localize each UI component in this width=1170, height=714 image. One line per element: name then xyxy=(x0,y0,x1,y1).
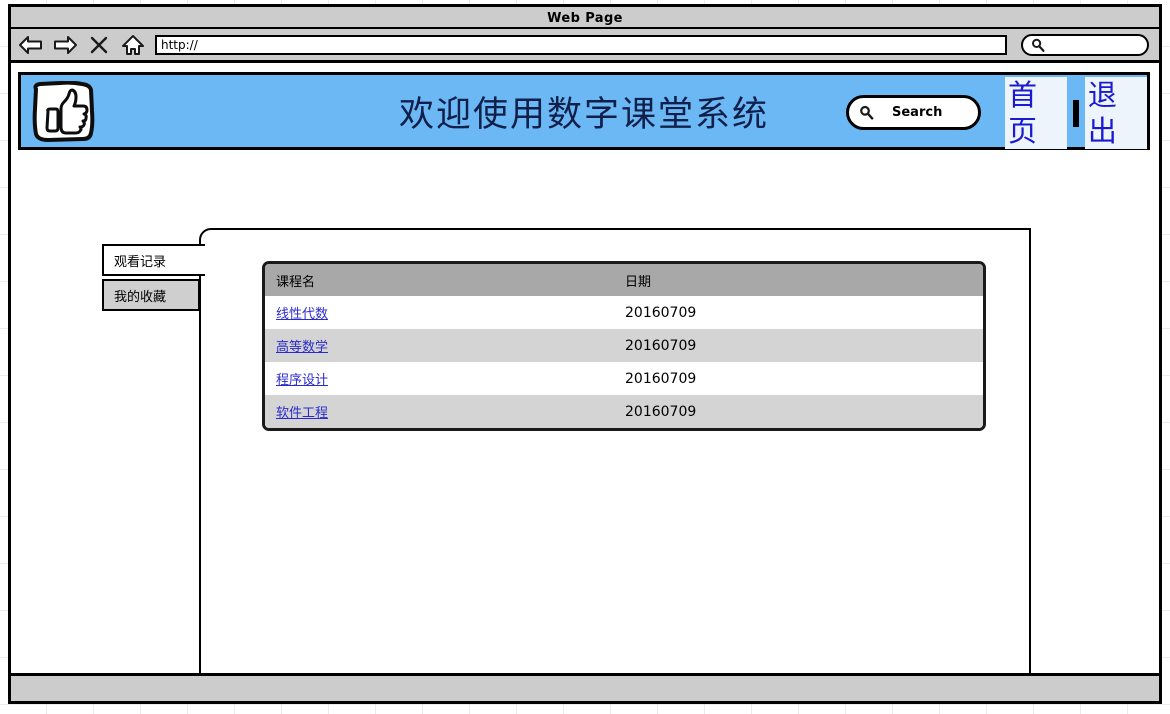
header-search-placeholder: Search xyxy=(892,105,943,120)
browser-window-title: Web Page xyxy=(547,11,623,26)
tab-label: 观看记录 xyxy=(114,254,167,270)
tab-my-favorites[interactable]: 我的收藏 xyxy=(102,279,200,311)
table-cell-course: 程序设计 xyxy=(265,369,625,388)
content-panel: 课程名 日期 线性代数 20160709 高等数学 20160709 程序设计 … xyxy=(199,228,1031,673)
table-cell-date: 20160709 xyxy=(625,337,697,354)
nav-separator xyxy=(1073,99,1079,127)
table-cell-date: 20160709 xyxy=(625,403,697,420)
browser-titlebar: Web Page xyxy=(11,7,1159,29)
browser-toolbar: http:// xyxy=(11,29,1159,63)
thumbs-up-icon[interactable] xyxy=(30,80,98,143)
table-row[interactable]: 软件工程 20160709 xyxy=(265,395,983,428)
course-link[interactable]: 软件工程 xyxy=(276,406,328,421)
table-cell-course: 线性代数 xyxy=(265,303,625,322)
nav-link-logout[interactable]: 退出 xyxy=(1084,77,1147,149)
search-icon xyxy=(1032,38,1045,52)
table-header-row: 课程名 日期 xyxy=(265,264,983,296)
table-row[interactable]: 程序设计 20160709 xyxy=(265,362,983,395)
table-cell-course: 软件工程 xyxy=(265,402,625,421)
browser-status-bar xyxy=(11,673,1159,701)
browser-search-box[interactable] xyxy=(1021,33,1149,56)
url-text: http:// xyxy=(161,37,198,52)
records-table: 课程名 日期 线性代数 20160709 高等数学 20160709 程序设计 … xyxy=(262,261,986,431)
column-header-date: 日期 xyxy=(625,274,652,290)
page-area: 欢迎使用数字课堂系统 Search 首页 退出 观看记录 我的收藏 课程名 日期… xyxy=(11,63,1159,673)
tab-label: 我的收藏 xyxy=(114,289,167,305)
tab-watch-history[interactable]: 观看记录 xyxy=(102,244,205,276)
table-row[interactable]: 线性代数 20160709 xyxy=(265,296,983,329)
header-nav: 首页 退出 xyxy=(1005,77,1147,149)
back-arrow-icon[interactable] xyxy=(17,32,45,58)
home-icon[interactable] xyxy=(119,32,147,58)
search-icon xyxy=(860,105,874,120)
table-row[interactable]: 高等数学 20160709 xyxy=(265,329,983,362)
column-header-course: 课程名 xyxy=(276,274,316,290)
table-cell-date: 20160709 xyxy=(625,304,697,321)
site-header: 欢迎使用数字课堂系统 Search 首页 退出 xyxy=(18,72,1150,150)
nav-link-home[interactable]: 首页 xyxy=(1005,77,1068,149)
table-cell-date: 20160709 xyxy=(625,370,697,387)
sidebar-tabs: 观看记录 我的收藏 xyxy=(102,244,205,311)
course-link[interactable]: 高等数学 xyxy=(276,340,328,355)
table-cell-course: 高等数学 xyxy=(265,336,625,355)
header-search-box[interactable]: Search xyxy=(846,95,981,130)
browser-window: Web Page http:// 欢迎使用数字课堂系统 Search 首页 退出… xyxy=(8,4,1162,704)
close-x-icon[interactable] xyxy=(85,32,113,58)
course-link[interactable]: 线性代数 xyxy=(276,307,328,322)
forward-arrow-icon[interactable] xyxy=(51,32,79,58)
url-bar[interactable]: http:// xyxy=(155,34,1007,55)
course-link[interactable]: 程序设计 xyxy=(276,373,328,388)
